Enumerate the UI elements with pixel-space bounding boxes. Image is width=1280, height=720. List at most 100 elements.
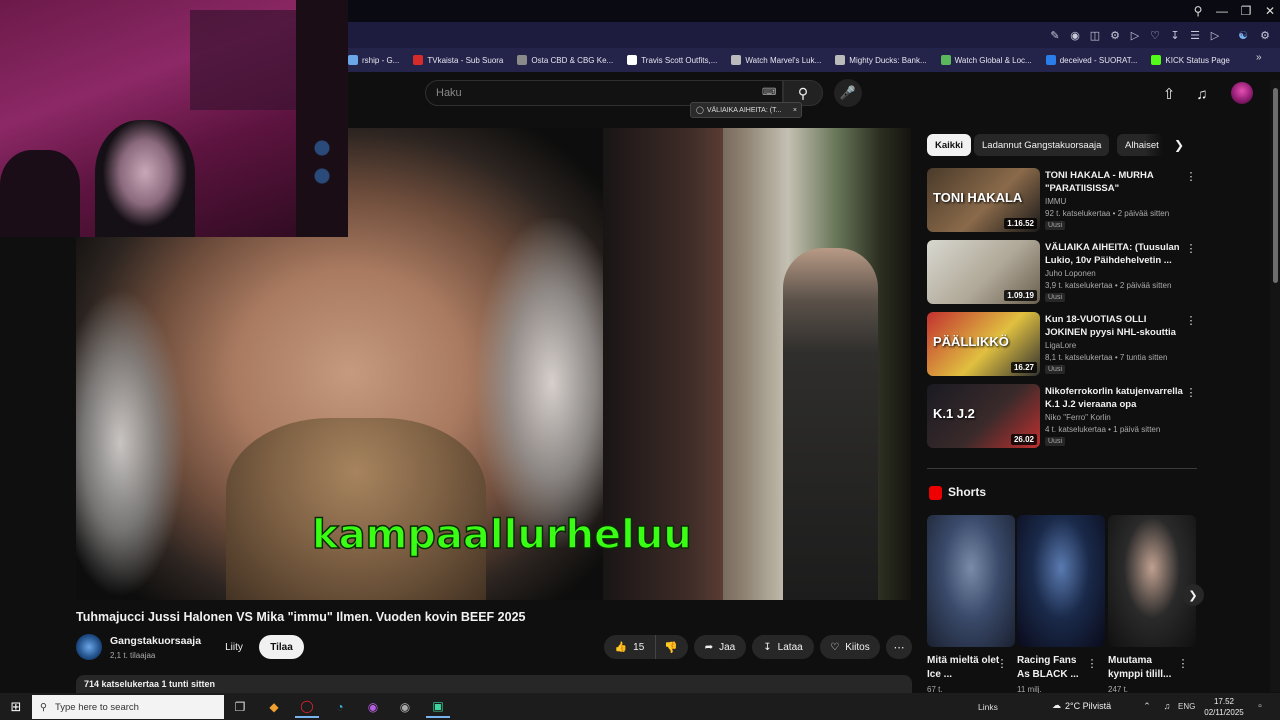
bookmark-label: Osta CBD & CBG Ke... (531, 55, 614, 65)
notification-icon[interactable]: ▫ (1252, 698, 1268, 714)
voice-search-button[interactable]: 🎤 (834, 79, 862, 107)
upload-icon[interactable]: ⇧ (1158, 84, 1180, 104)
recommendation-channel[interactable]: Juho Loponen (1045, 269, 1096, 278)
recommendation-title[interactable]: VÄLIAIKA AIHEITA: (Tuusulan Lukio, 10v P… (1045, 241, 1183, 267)
speaker-icon[interactable]: ♫ (1160, 699, 1174, 713)
bookmark-item[interactable]: rship - G... (348, 55, 399, 65)
more-icon: ⋯ (893, 641, 905, 654)
taskbar-weather[interactable]: ☁ 2°C Pilvistä (1052, 700, 1111, 711)
recommendation-item[interactable]: TONI HAKALA 1.16.52 TONI HAKALA - MURHA "P… (927, 168, 1197, 234)
edit-icon[interactable]: ✎ (1046, 26, 1064, 44)
subscribe-button[interactable]: Tilaa (259, 635, 304, 659)
close-icon[interactable]: × (793, 107, 797, 114)
recommendation-item[interactable]: K.1 J.2 26.02 Nikoferrokorlin katujenvarre… (927, 384, 1197, 450)
short-thumbnail[interactable] (1108, 515, 1196, 647)
bookmark-item[interactable]: KICK Status Page (1151, 55, 1230, 65)
extension-icon[interactable]: ⚙ (1106, 26, 1124, 44)
recommendation-thumbnail[interactable]: PÄÄLLIKKÖ 16.27 (927, 312, 1040, 376)
recommendation-item[interactable]: 1.09.19 VÄLIAIKA AIHEITA: (Tuusulan Lukio… (927, 240, 1197, 306)
bookmark-item[interactable]: Osta CBD & CBG Ke... (517, 55, 613, 65)
taskbar-search-input[interactable]: ⚲ Type here to search (32, 695, 224, 719)
chip-all[interactable]: Kaikki (927, 134, 971, 156)
bookmark-item[interactable]: Watch Marvel's Luk... (731, 55, 821, 65)
download-button[interactable]: ↧ Lataa (752, 635, 814, 659)
extension-active-icon[interactable]: ☯ (1234, 26, 1252, 44)
bookmark-item[interactable]: Travis Scott Outfits,... (627, 55, 717, 65)
bookmark-label: Watch Marvel's Luk... (745, 55, 822, 65)
recommendation-channel[interactable]: LigaLore (1045, 341, 1076, 350)
dislike-button[interactable]: 👎 (656, 635, 686, 659)
share-button[interactable]: ➦ Jaa (694, 635, 746, 659)
recommendation-title[interactable]: Kun 18-VUOTIAS OLLI JOKINEN pyysi NHL-sk… (1045, 313, 1183, 340)
chevron-right-icon[interactable]: ❯ (1169, 135, 1189, 155)
taskbar-clock[interactable]: 17.52 02/11/2025 (1202, 696, 1246, 718)
like-count: 15 (633, 641, 645, 653)
scrollbar-thumb[interactable] (1273, 88, 1278, 283)
taskbar-links[interactable]: Links (978, 702, 998, 712)
taskbar-language[interactable]: ENG (1178, 702, 1195, 711)
menu-icon[interactable]: ☰ (1186, 26, 1204, 44)
short-title[interactable]: Mitä mieltä olet Ice ... (927, 654, 1001, 682)
camera-icon[interactable]: ◉ (1066, 26, 1084, 44)
kebab-menu-icon[interactable]: ⋮ (1185, 168, 1197, 184)
bookmark-item[interactable]: Mighty Ducks: Bank... (835, 55, 927, 65)
shield-icon[interactable]: ◫ (1086, 26, 1104, 44)
kebab-menu-icon[interactable]: ⋮ (1185, 240, 1197, 256)
recommendation-item[interactable]: PÄÄLLIKKÖ 16.27 Kun 18-VUOTIAS OLLI JOKINE… (927, 312, 1197, 378)
keyboard-icon[interactable]: ⌨ (762, 87, 776, 98)
shorts-next-button[interactable]: ❯ (1182, 584, 1204, 606)
bookmark-item[interactable]: Watch Global & Loc... (940, 55, 1032, 65)
smoke-effect (476, 218, 603, 548)
play-icon[interactable]: ▷ (1126, 26, 1144, 44)
recommendation-title[interactable]: TONI HAKALA - MURHA "PARATIISISSA" (1045, 169, 1183, 195)
thanks-button[interactable]: ♡ Kiitos (820, 635, 880, 659)
bookmark-item[interactable]: TVkaista - Sub Suora (413, 55, 503, 65)
description-box[interactable]: 714 katselukertaa 1 tunti sitten (76, 675, 912, 695)
discord-icon[interactable]: ◉ (361, 696, 385, 718)
restore-button[interactable]: ❐ (1234, 2, 1258, 20)
bookmarks-overflow-icon[interactable]: » (1256, 52, 1262, 63)
short-thumbnail[interactable] (927, 515, 1015, 647)
settings-icon[interactable]: ⚙ (1256, 26, 1274, 44)
recommendation-channel[interactable]: Niko "Ferro" Korlin (1045, 413, 1111, 422)
cloud-icon: ☁ (1052, 700, 1061, 710)
short-title[interactable]: Racing Fans As BLACK ... (1017, 654, 1091, 682)
close-button[interactable]: ✕ (1258, 2, 1280, 20)
kebab-menu-icon[interactable]: ⋮ (1178, 655, 1189, 671)
join-button[interactable]: Liity (214, 635, 254, 659)
new-badge: Uusi (1045, 293, 1066, 302)
app-icon[interactable]: ◆ (262, 696, 286, 718)
recommendation-channel[interactable]: IMMU (1045, 197, 1066, 206)
channel-avatar[interactable] (76, 634, 102, 660)
chip-related[interactable]: Alhaiset (1117, 134, 1163, 156)
windows-start-icon[interactable]: ⊞ (4, 696, 28, 718)
bookmark-item[interactable]: deceived - SUORAT... (1045, 55, 1137, 65)
recommendation-thumbnail[interactable]: TONI HAKALA 1.16.52 (927, 168, 1040, 232)
more-actions-button[interactable]: ⋯ (886, 635, 912, 659)
opera-browser-icon[interactable]: ◯ (295, 696, 319, 718)
recommendation-thumbnail[interactable]: 1.09.19 (927, 240, 1040, 304)
task-view-icon[interactable]: ❐ (228, 696, 252, 718)
bell-icon[interactable]: ♫ (1191, 84, 1213, 104)
kebab-menu-icon[interactable]: ⋮ (1185, 312, 1197, 328)
kebab-menu-icon[interactable]: ⋮ (1185, 384, 1197, 400)
app-icon[interactable]: ▣ (426, 696, 450, 718)
channel-name[interactable]: Gangstakuorsaaja (110, 635, 201, 647)
account-avatar[interactable] (1231, 82, 1253, 104)
short-thumbnail[interactable] (1017, 515, 1105, 647)
like-button[interactable]: 👍 15 (604, 635, 656, 659)
kebab-menu-icon[interactable]: ⋮ (997, 655, 1008, 671)
download-icon[interactable]: ↧ (1166, 26, 1184, 44)
search-icon[interactable]: ⚲ (1186, 2, 1210, 20)
heart-icon[interactable]: ♡ (1146, 26, 1164, 44)
recommendation-thumbnail[interactable]: K.1 J.2 26.02 (927, 384, 1040, 448)
chip-uploader[interactable]: Ladannut Gangstakuorsaaja (974, 134, 1110, 156)
chevron-up-icon[interactable]: ⌃ (1140, 699, 1154, 713)
edge-browser-icon[interactable]: ◔ (328, 696, 352, 718)
app-icon[interactable]: ◉ (393, 696, 417, 718)
kebab-menu-icon[interactable]: ⋮ (1087, 655, 1098, 671)
recommendation-title[interactable]: Nikoferrokorlin katujenvarrella K.1 J.2 … (1045, 385, 1183, 412)
lock-icon[interactable]: ▷ (1206, 26, 1224, 44)
short-title[interactable]: Muutama kymppi tilill... (1108, 654, 1182, 682)
minimize-button[interactable]: — (1210, 2, 1234, 20)
